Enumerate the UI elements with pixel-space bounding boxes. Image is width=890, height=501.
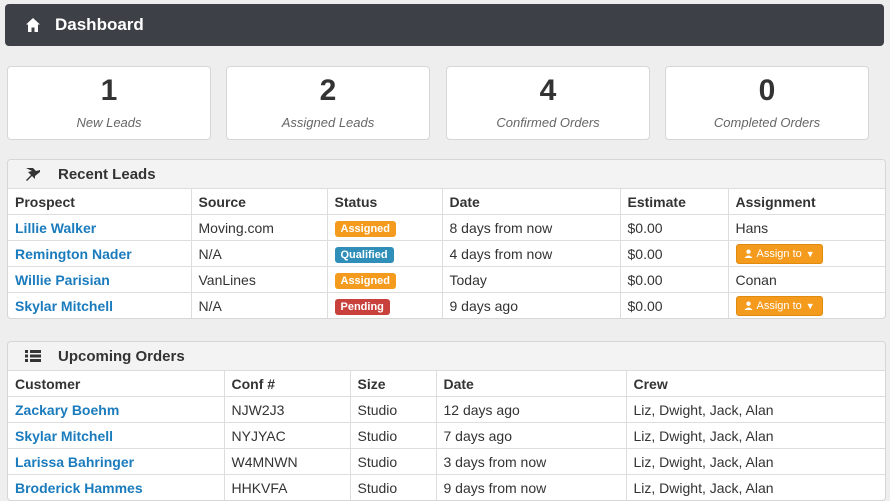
stat-value: 4 (539, 74, 557, 107)
table-row: Lillie Walker Moving.com Assigned 8 days… (8, 214, 885, 241)
assign-to-button[interactable]: Assign to ▼ (735, 243, 823, 264)
table-row: Zackary Boehm NJW2J3 Studio 12 days ago … (8, 396, 885, 423)
column-header[interactable]: Date (442, 189, 621, 215)
size-cell: Studio (350, 422, 437, 449)
table-header-row: Prospect Source Status Date Estimate Ass… (8, 189, 885, 215)
stat-card-new-leads[interactable]: 1 New Leads (7, 66, 211, 140)
table-row: Broderick Hammes HHKVFA Studio 9 days fr… (8, 474, 885, 500)
assignment-cell: Conan (728, 266, 885, 293)
table-row: Remington Nader N/A Qualified 4 days fro… (8, 240, 885, 267)
panel-header: Upcoming Orders (8, 342, 885, 371)
assignment-cell: Assign to ▼ (728, 240, 885, 267)
crew-cell: Liz, Dwight, Jack, Alan (626, 422, 885, 449)
table-row: Skylar Mitchell NYJYAC Studio 7 days ago… (8, 422, 885, 449)
assign-to-label: Assign to (756, 247, 802, 260)
prospect-link[interactable]: Skylar Mitchell (15, 298, 113, 314)
table-row: Willie Parisian VanLines Assigned Today … (8, 266, 885, 293)
size-cell: Studio (350, 448, 437, 475)
estimate-cell: $0.00 (620, 266, 729, 293)
column-header[interactable]: Source (191, 189, 328, 215)
prospect-link[interactable]: Lillie Walker (15, 220, 96, 236)
conf-cell: HHKVFA (224, 474, 351, 500)
home-icon (26, 18, 40, 32)
estimate-cell: $0.00 (620, 292, 729, 318)
panel-title: Upcoming Orders (58, 347, 185, 365)
source-cell: N/A (191, 292, 328, 318)
date-cell: Today (442, 266, 621, 293)
column-header[interactable]: Customer (8, 371, 225, 397)
crew-cell: Liz, Dwight, Jack, Alan (633, 479, 774, 496)
stat-value: 2 (319, 74, 337, 107)
page-title: Dashboard (55, 15, 144, 34)
estimate-cell: $0.00 (620, 214, 729, 241)
date-cell: 7 days ago (436, 422, 627, 449)
table-row: Larissa Bahringer W4MNWN Studio 3 days f… (8, 448, 885, 475)
user-icon (743, 249, 753, 258)
caret-down-icon: ▼ (805, 248, 815, 259)
date-cell: 9 days ago (442, 292, 621, 318)
column-header[interactable]: Date (436, 371, 627, 397)
stat-card-confirmed-orders[interactable]: 4 Confirmed Orders (446, 66, 650, 140)
source-cell: VanLines (191, 266, 328, 293)
column-header[interactable]: Assignment (728, 189, 885, 215)
stat-label: New Leads (76, 115, 142, 130)
assignment-cell: Assign to ▼ (728, 293, 885, 319)
column-header[interactable]: Crew (626, 371, 885, 397)
crew-cell: Liz, Dwight, Jack, Alan (626, 448, 885, 475)
upcoming-orders-table: Customer Conf # Size Date Crew Zackary B… (8, 371, 885, 500)
list-icon (25, 350, 41, 362)
size-cell: Studio (350, 474, 437, 500)
assign-to-button[interactable]: Assign to ▼ (735, 295, 823, 316)
recent-leads-panel: Recent Leads Prospect Source Status Date… (7, 159, 886, 319)
assignment-cell: Hans (728, 214, 885, 241)
stat-card-assigned-leads[interactable]: 2 Assigned Leads (226, 66, 430, 140)
stat-label: Assigned Leads (281, 115, 375, 130)
status-badge: Qualified (334, 246, 394, 263)
stats-row: 1 New Leads 2 Assigned Leads 4 Confirmed… (7, 66, 884, 140)
panel-header: Recent Leads (8, 160, 885, 189)
source-cell: Moving.com (191, 214, 328, 241)
assign-to-label: Assign to (756, 299, 802, 312)
pushpin-icon (26, 168, 40, 181)
table-header-row: Customer Conf # Size Date Crew (8, 371, 885, 397)
date-cell: 8 days from now (442, 214, 621, 241)
upcoming-orders-panel: Upcoming Orders Customer Conf # Size Dat… (7, 341, 886, 501)
stat-label: Completed Orders (713, 115, 821, 130)
conf-cell: NJW2J3 (224, 396, 351, 423)
stat-label: Confirmed Orders (496, 115, 600, 130)
panel-title: Recent Leads (58, 165, 156, 183)
recent-leads-table: Prospect Source Status Date Estimate Ass… (8, 189, 885, 318)
table-row: Skylar Mitchell N/A Pending 9 days ago $… (8, 292, 885, 319)
date-cell: 3 days from now (436, 448, 627, 475)
prospect-link[interactable]: Remington Nader (15, 246, 132, 262)
size-cell: Studio (350, 396, 437, 423)
conf-cell: NYJYAC (224, 422, 351, 449)
status-badge: Assigned (334, 220, 397, 237)
column-header[interactable]: Estimate (620, 189, 729, 215)
stat-card-completed-orders[interactable]: 0 Completed Orders (665, 66, 869, 140)
prospect-link[interactable]: Willie Parisian (15, 272, 110, 288)
status-badge: Assigned (334, 272, 397, 289)
customer-link[interactable]: Skylar Mitchell (15, 428, 113, 444)
estimate-cell: $0.00 (620, 240, 729, 267)
date-cell: 12 days ago (436, 396, 627, 423)
dashboard-header: Dashboard (5, 4, 884, 46)
customer-link[interactable]: Broderick Hammes (15, 480, 143, 496)
customer-link[interactable]: Larissa Bahringer (15, 454, 134, 470)
column-header[interactable]: Size (350, 371, 437, 397)
date-cell: 4 days from now (442, 240, 621, 267)
stat-value: 0 (758, 74, 776, 107)
column-header[interactable]: Prospect (8, 189, 192, 215)
source-cell: N/A (191, 240, 328, 267)
crew-cell: Liz, Dwight, Jack, Alan (626, 396, 885, 423)
date-cell: 9 days from now (436, 474, 627, 500)
caret-down-icon: ▼ (805, 300, 815, 311)
conf-cell: W4MNWN (224, 448, 351, 475)
stat-value: 1 (100, 74, 118, 107)
column-header[interactable]: Conf # (224, 371, 351, 397)
column-header[interactable]: Status (327, 189, 443, 215)
status-badge: Pending (334, 298, 390, 315)
user-icon (743, 301, 753, 310)
customer-link[interactable]: Zackary Boehm (15, 402, 119, 418)
